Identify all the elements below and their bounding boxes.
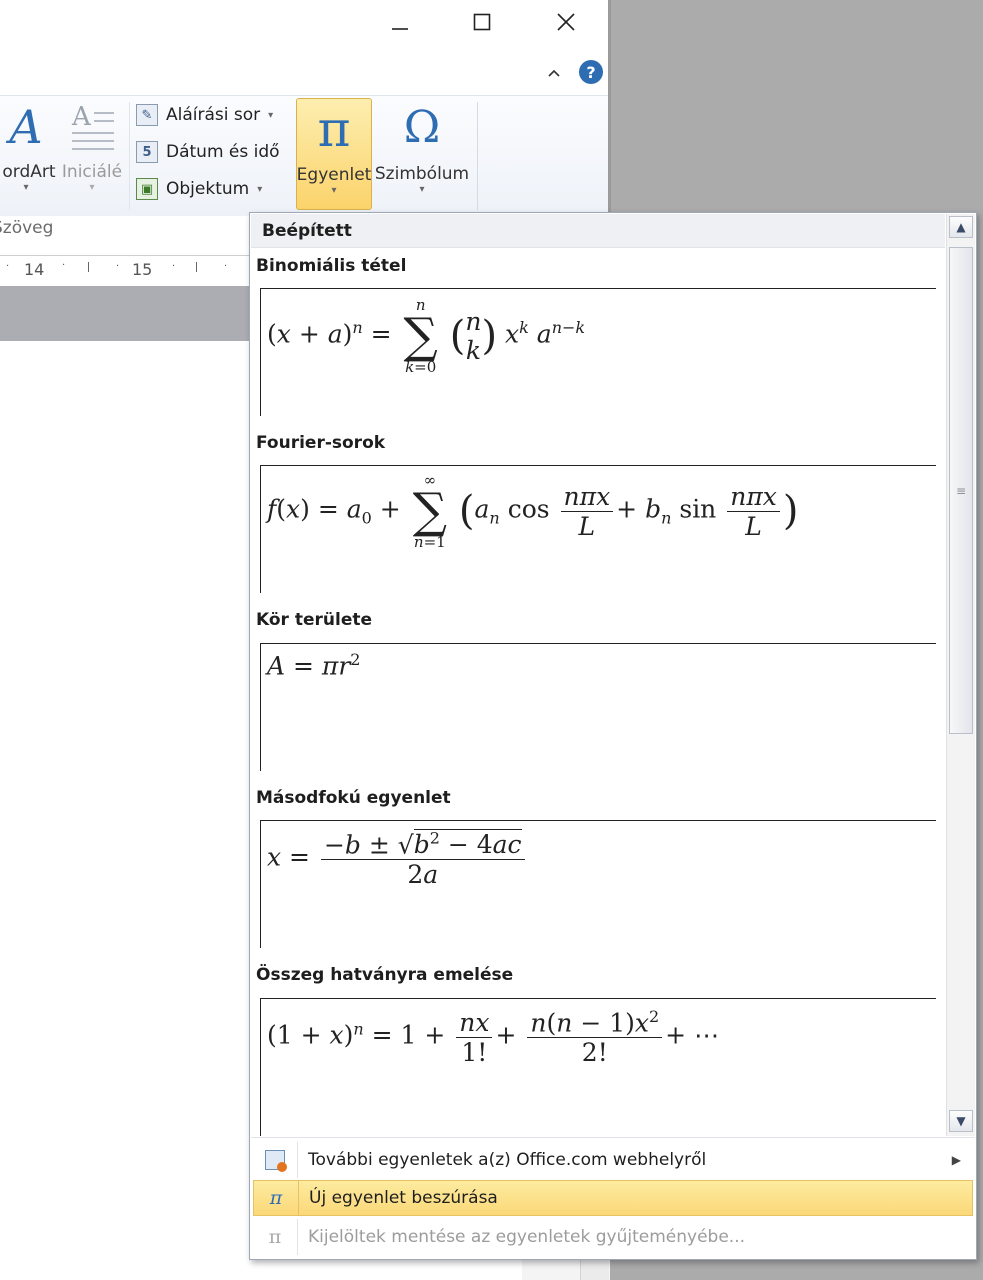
signature-line-label: Aláírási sor — [166, 105, 261, 125]
gallery-item-title: Fourier-sorok — [256, 433, 386, 453]
symbol-button[interactable]: Ω Szimbólum ▾ — [374, 100, 470, 195]
help-glyph: ? — [586, 62, 596, 82]
office-online-icon — [253, 1150, 297, 1172]
chevron-down-icon: ▾ — [89, 182, 95, 193]
gallery-item-title: Összeg hatványra emelése — [256, 965, 514, 985]
title-bar: ? — [0, 0, 608, 95]
ruler-dot: · — [62, 260, 66, 271]
close-button[interactable] — [546, 2, 586, 42]
gallery-item-sum-power[interactable]: (1 + x)n = 1 + nx 1! + n(n − 1)x2 2! + ⋯ — [260, 998, 936, 1136]
document-top-margin — [0, 286, 250, 341]
ribbon-divider — [477, 102, 478, 210]
wordart-icon: A — [9, 100, 43, 154]
gallery-scrollbar[interactable]: ▲ ≡ ▼ — [946, 214, 975, 1136]
close-icon — [557, 13, 575, 31]
insert-new-equation-menu-item[interactable]: π Új egyenlet beszúrása — [253, 1180, 973, 1216]
arrow-down-icon: ▼ — [956, 1114, 966, 1128]
ruler-dot: · — [116, 261, 120, 272]
object-button[interactable]: ▣ Objektum ▾ — [136, 174, 280, 204]
arrow-up-icon: ▲ — [956, 220, 966, 234]
object-label: Objektum — [166, 179, 250, 199]
sum-power-formula: (1 + x)n = 1 + nx 1! + n(n − 1)x2 2! + ⋯ — [267, 1007, 720, 1068]
ruler-dot: · — [224, 261, 228, 272]
maximize-icon — [473, 13, 491, 31]
chevron-down-icon: ▾ — [419, 184, 425, 195]
menu-separator — [251, 1137, 975, 1138]
dropcap-button[interactable]: A Iniciálé ▾ — [60, 100, 124, 193]
save-selection-label: Kijelöltek mentése az egyenletek gyűjtem… — [297, 1219, 745, 1255]
signature-line-button[interactable]: ✎ Aláírási sor ▾ — [136, 100, 280, 130]
equation-gallery-dropdown: Beépített ▲ ≡ ▼ Binomiális tétel (x + a)… — [249, 212, 977, 1260]
horizontal-ruler: · 14 · · 15 · · — [0, 255, 250, 287]
scroll-up-button[interactable]: ▲ — [949, 216, 973, 238]
chevron-down-icon: ▾ — [331, 185, 337, 196]
dropcap-label: Iniciálé — [61, 162, 123, 182]
chevron-down-icon: ▾ — [23, 182, 29, 193]
pi-icon: π — [317, 100, 351, 158]
scroll-thumb[interactable]: ≡ — [949, 247, 973, 734]
gallery-item-circle-area[interactable]: A = πr2 — [260, 643, 936, 771]
more-equations-label: További egyenletek a(z) Office.com webhe… — [297, 1142, 706, 1178]
collapse-ribbon-button[interactable] — [544, 63, 564, 83]
ribbon-group-label: Szöveg — [0, 218, 54, 238]
maximize-button[interactable] — [462, 2, 502, 42]
grip-icon: ≡ — [955, 483, 967, 498]
symbol-label: Szimbólum — [374, 164, 470, 184]
gallery-item-fourier[interactable]: f(x) = a0 + ∞ ∑ n=1 (an cos nπx L + bn sin n… — [260, 465, 936, 593]
chevron-down-icon: ▾ — [257, 183, 263, 195]
wordart-button[interactable]: A ordArt ▾ — [0, 100, 58, 193]
ribbon-insert-tab: A ordArt ▾ A Iniciálé ▾ ✎ Aláírási sor ▾… — [0, 95, 608, 216]
insert-new-equation-label: Új egyenlet beszúrása — [298, 1180, 498, 1216]
ruler-dot: · — [172, 261, 176, 272]
help-icon[interactable]: ? — [579, 60, 603, 84]
scroll-down-button[interactable]: ▼ — [949, 1110, 973, 1132]
minimize-icon — [392, 28, 408, 30]
binomial-formula: (x + a)n = n ∑ k=0 (n k) xk an−k — [267, 296, 586, 376]
document-page[interactable] — [0, 341, 250, 1256]
ruler-mark — [196, 262, 197, 272]
more-equations-menu-item[interactable]: További egyenletek a(z) Office.com webhe… — [253, 1142, 973, 1178]
omega-icon: Ω — [403, 102, 441, 153]
submenu-arrow-icon: ▶ — [951, 1153, 961, 1167]
ruler-tick-label: 15 — [132, 260, 153, 279]
fourier-formula: f(x) = a0 + ∞ ∑ n=1 (an cos nπx L + bn sin n… — [267, 471, 799, 551]
window-border — [608, 0, 611, 215]
circle-area-formula: A = πr2 — [267, 650, 361, 681]
ruler-dot: · — [6, 261, 10, 272]
wordart-label: ordArt — [2, 162, 56, 182]
ribbon-divider — [129, 102, 130, 210]
equation-button[interactable]: π Egyenlet ▾ — [296, 98, 372, 210]
gallery-item-quadratic[interactable]: x = −b ± √b2 − 4ac 2a — [260, 820, 936, 948]
object-icon: ▣ — [136, 178, 158, 200]
save-to-gallery-icon: π — [268, 1226, 282, 1248]
date-time-button[interactable]: 5 Dátum és idő — [136, 137, 280, 167]
gallery-item-title: Másodfokú egyenlet — [256, 788, 451, 808]
gallery-item-title: Kör területe — [256, 610, 373, 630]
pi-icon: π — [269, 1187, 283, 1209]
save-selection-menu-item: π Kijelöltek mentése az egyenletek gyűjt… — [253, 1219, 973, 1255]
small-buttons-column: ✎ Aláírási sor ▾ 5 Dátum és idő ▣ Objekt… — [136, 100, 280, 204]
gallery-item-binomial[interactable]: (x + a)n = n ∑ k=0 (n k) xk an−k — [260, 288, 936, 416]
gallery-item-title: Binomiális tétel — [256, 256, 407, 276]
ruler-mark — [88, 262, 89, 272]
gallery-header: Beépített — [251, 214, 945, 248]
chevron-up-icon — [548, 69, 560, 77]
chevron-down-icon: ▾ — [268, 109, 274, 121]
minimize-button[interactable] — [380, 2, 420, 42]
dropcap-icon: A — [68, 100, 116, 162]
ruler-tick-label: 14 — [24, 260, 45, 279]
equation-label: Egyenlet — [296, 165, 372, 185]
calendar-icon: 5 — [136, 141, 158, 163]
date-time-label: Dátum és idő — [166, 142, 280, 162]
quadratic-formula: x = −b ± √b2 − 4ac 2a — [267, 829, 528, 889]
signature-line-icon: ✎ — [136, 104, 158, 126]
